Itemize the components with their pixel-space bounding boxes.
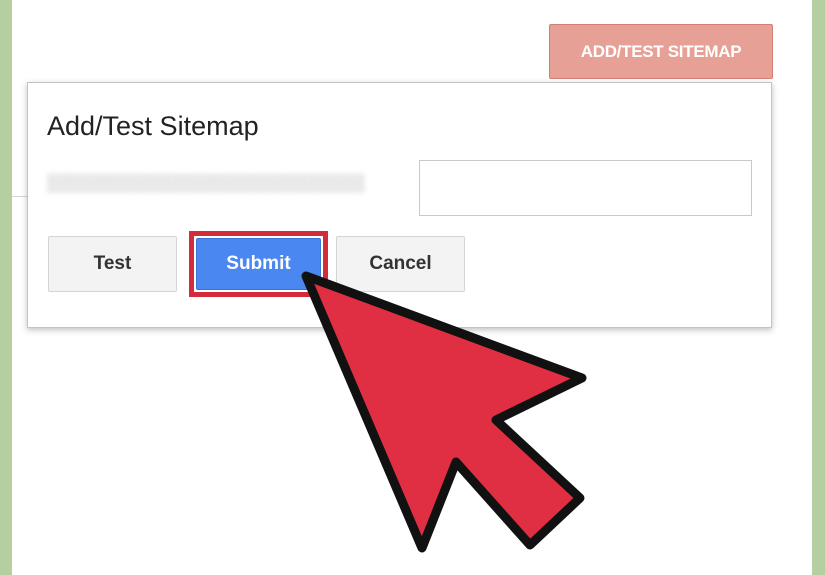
add-test-sitemap-button[interactable]: ADD/TEST SITEMAP	[549, 24, 773, 79]
sitemap-url-prefix-blurred: ████████████████████████████	[47, 175, 365, 192]
add-test-sitemap-dialog: Add/Test Sitemap ███████████████████████…	[27, 82, 772, 328]
cancel-button[interactable]: Cancel	[336, 236, 465, 292]
dialog-title: Add/Test Sitemap	[47, 111, 259, 141]
page-background: ADD/TEST SITEMAP Add/Test Sitemap ██████…	[12, 0, 812, 575]
sitemap-url-input[interactable]	[419, 160, 752, 216]
test-button[interactable]: Test	[48, 236, 177, 292]
submit-button[interactable]: Submit	[196, 238, 321, 290]
